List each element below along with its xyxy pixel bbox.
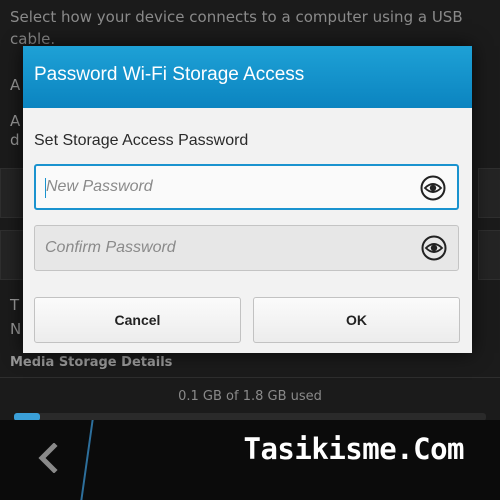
usb-connection-description: Select how your device connects to a com…	[10, 8, 463, 48]
background-dropdown	[478, 168, 500, 218]
media-storage-title: Media Storage Details	[10, 355, 173, 370]
cancel-button[interactable]: Cancel	[34, 297, 241, 343]
background-dropdown	[0, 230, 24, 280]
chevron-left-icon	[38, 443, 58, 473]
new-password-field[interactable]	[34, 164, 459, 210]
dialog-title: Password Wi-Fi Storage Access	[34, 64, 305, 85]
new-password-input[interactable]	[46, 166, 406, 208]
dialog-header: Password Wi-Fi Storage Access	[23, 46, 472, 108]
password-dialog: Password Wi-Fi Storage Access Set Storag…	[23, 46, 472, 353]
eye-icon[interactable]	[420, 175, 446, 201]
background-dropdown	[478, 230, 500, 280]
background-dropdown	[0, 168, 24, 218]
background-label-fragment: A	[10, 76, 21, 94]
confirm-password-field[interactable]	[34, 225, 459, 271]
background-label-fragment: d	[10, 131, 20, 149]
background-label-fragment: T	[10, 296, 20, 314]
ok-button[interactable]: OK	[253, 297, 460, 343]
storage-used-label: 0.1 GB of 1.8 GB used	[178, 389, 322, 404]
eye-icon[interactable]	[421, 235, 447, 261]
divider	[0, 377, 500, 378]
back-button[interactable]	[30, 440, 66, 476]
watermark-text: Tasikisme.Com	[243, 432, 465, 466]
background-label-fragment: N	[10, 320, 22, 338]
confirm-password-input[interactable]	[45, 226, 405, 270]
dialog-subtitle: Set Storage Access Password	[34, 132, 249, 149]
background-label-fragment: A	[10, 112, 21, 130]
